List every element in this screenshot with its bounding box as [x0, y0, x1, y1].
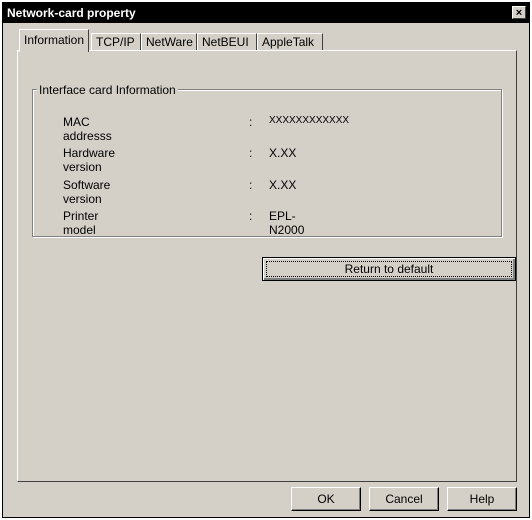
mac-address-label: MAC addresss: [63, 115, 112, 143]
groupbox-title: Interface card Information: [37, 83, 178, 97]
cancel-label: Cancel: [385, 492, 423, 506]
help-button[interactable]: Help: [447, 487, 517, 511]
return-to-default-label: Return to default: [344, 262, 434, 276]
software-version-label: Software version: [63, 178, 111, 206]
software-version-colon: :: [249, 178, 253, 192]
ok-button[interactable]: OK: [291, 487, 361, 511]
printer-model-value: EPL-N2000: [269, 209, 305, 237]
dialog-window: Network-card property × Information TCP/…: [2, 2, 530, 518]
hardware-version-colon: :: [249, 146, 253, 160]
printer-model-colon: :: [249, 209, 253, 223]
tab-appletalk[interactable]: AppleTalk: [257, 33, 323, 51]
printer-model-label: Printer model: [63, 209, 99, 237]
hardware-version-label: Hardware version: [63, 146, 116, 174]
close-button[interactable]: ×: [512, 6, 526, 19]
window-title: Network-card property: [7, 6, 136, 20]
return-to-default-button[interactable]: Return to default: [262, 257, 516, 281]
tab-netbeui[interactable]: NetBEUI: [197, 33, 257, 51]
software-version-value: X.XX: [269, 178, 297, 192]
hardware-version-value: X.XX: [269, 146, 297, 160]
mac-address-colon: :: [249, 115, 253, 129]
tab-tcpip[interactable]: TCP/IP: [91, 33, 141, 51]
tab-information[interactable]: Information: [19, 29, 89, 52]
cancel-button[interactable]: Cancel: [369, 487, 439, 511]
help-label: Help: [469, 492, 495, 506]
ok-label: OK: [317, 492, 335, 506]
tab-netware[interactable]: NetWare: [141, 33, 197, 51]
close-icon: ×: [515, 7, 523, 19]
mac-address-value: XXXXXXXXXXXX: [269, 115, 350, 126]
title-bar[interactable]: Network-card property ×: [3, 3, 529, 23]
